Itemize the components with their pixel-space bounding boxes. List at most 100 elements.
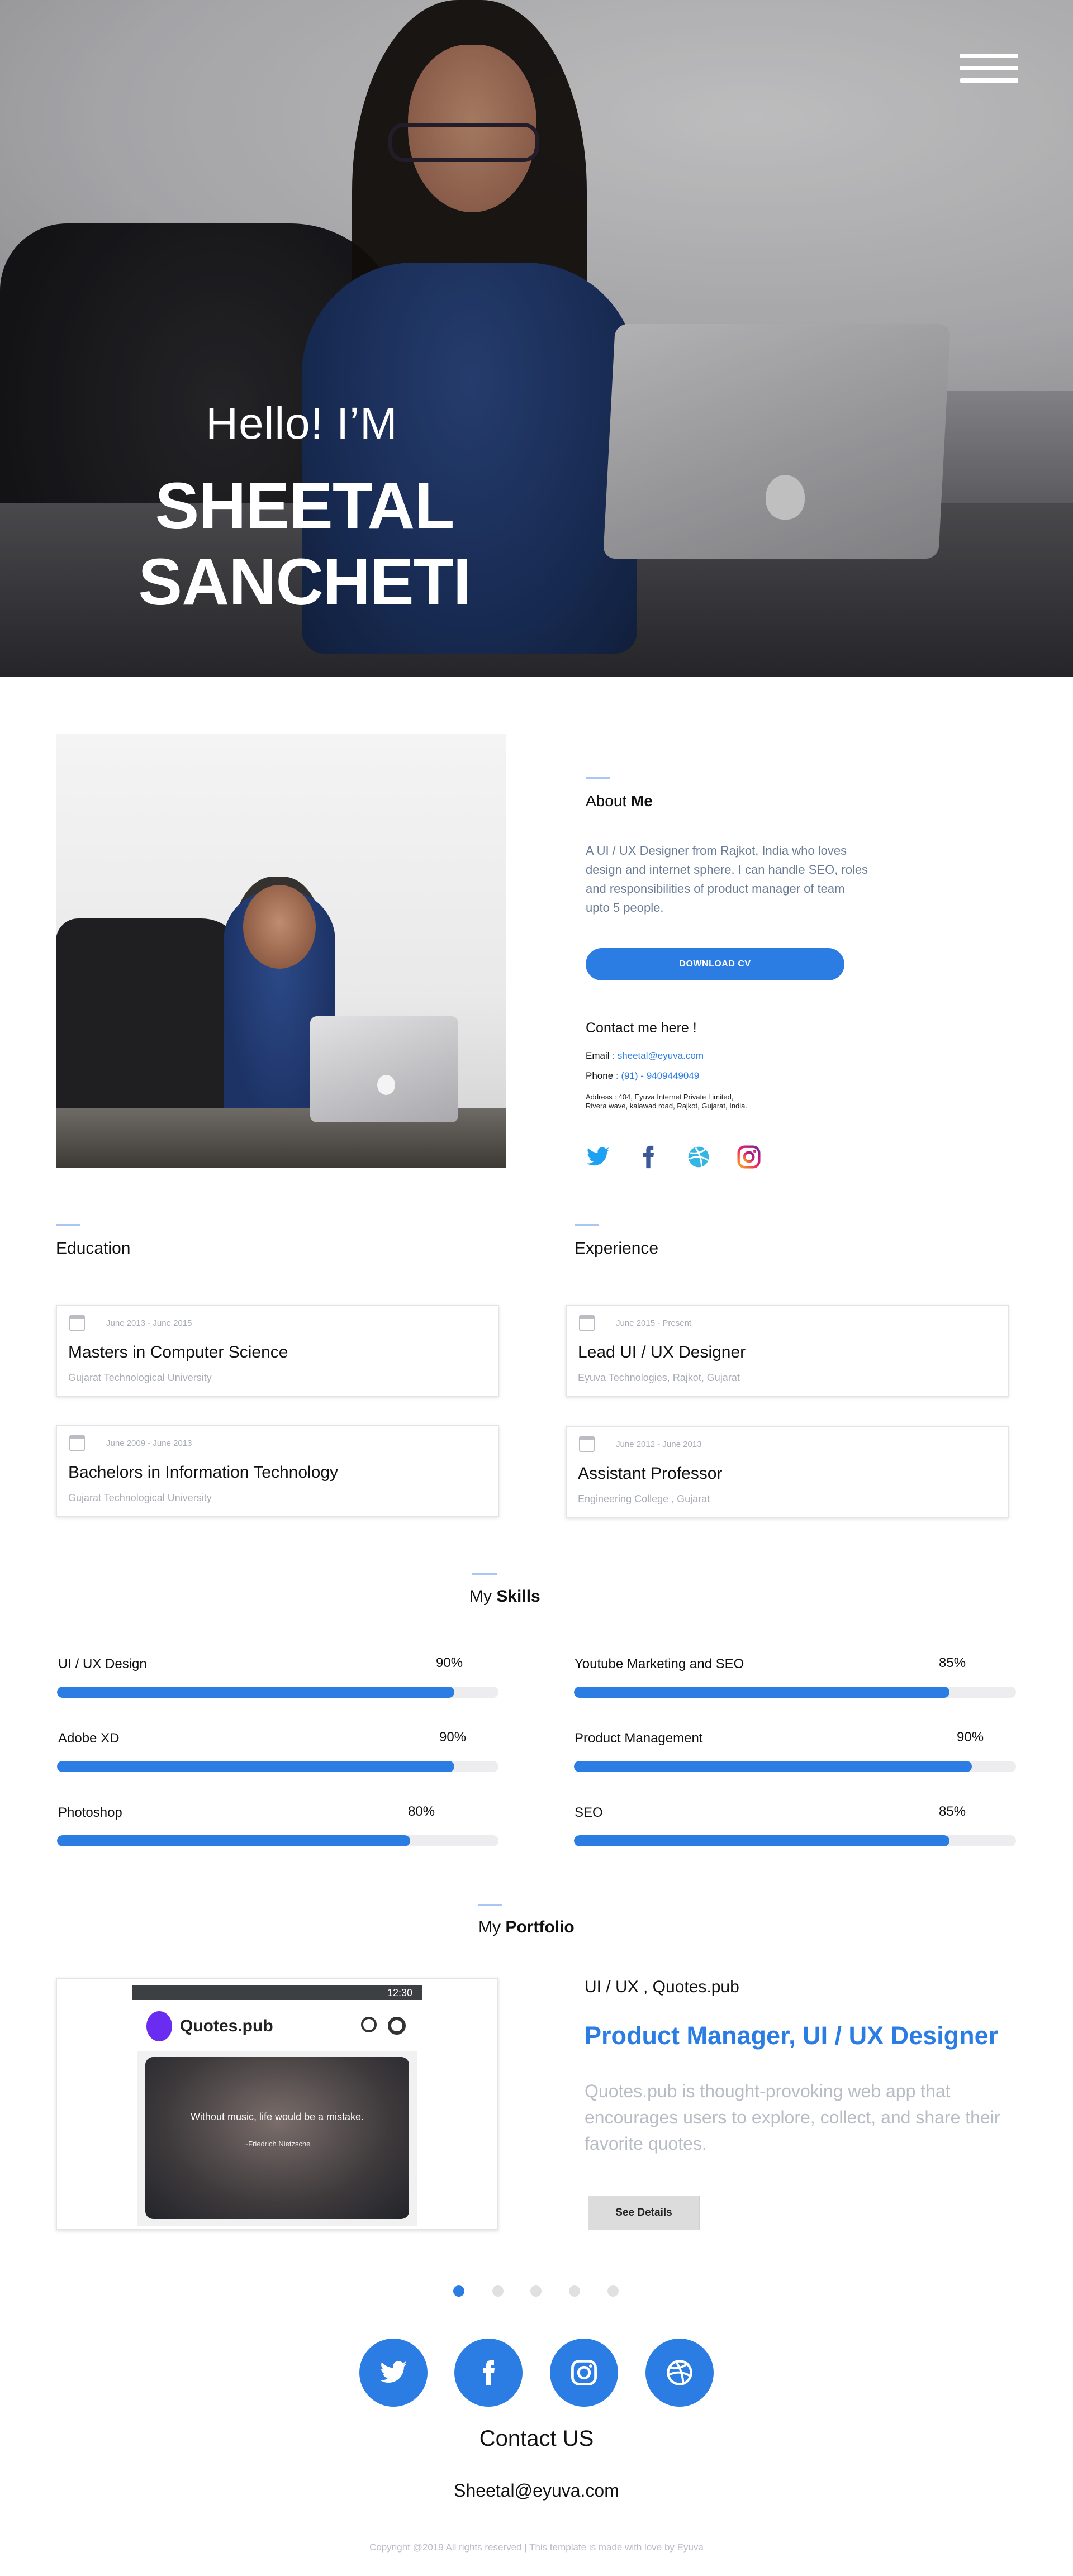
education-degree: Bachelors in Information Technology [68,1463,339,1482]
skill-name: Product Management [575,1731,703,1746]
section-divider [478,1904,502,1906]
education-card: June 2013 - June 2015 Masters in Compute… [56,1305,499,1397]
copyright-text: Copyright @2019 All rights reserved | Th… [369,2542,704,2553]
portfolio-preview[interactable]: 12:30 Quotes.pub Without music, life wou… [56,1978,498,2230]
skill-percent: 90% [957,1730,984,1745]
hero-name: SHEETAL SANCHETI [138,469,471,619]
carousel-dot-4[interactable] [569,2285,580,2297]
gear-icon [388,2017,406,2035]
portfolio-role: Product Manager, UI / UX Designer [585,2021,999,2050]
section-divider [575,1224,599,1226]
section-divider [586,777,610,779]
skills-title-prefix: My [469,1587,497,1606]
dribbble-icon [667,2360,692,2385]
skills-title-bold: Skills [496,1587,540,1606]
education-title: Education [56,1239,131,1258]
footer-contact-heading: Contact US [479,2426,594,2451]
footer-email-link[interactable]: Sheetal@eyuva.com [425,2480,648,2501]
calendar-icon [579,1436,595,1452]
skill-percent: 80% [408,1804,435,1819]
about-title-prefix: About [586,792,631,810]
contact-email-row: Email : sheetal@eyuva.com [586,1050,704,1061]
download-cv-button[interactable]: DOWNLOAD CV [586,948,844,980]
about-photo [56,734,506,1168]
experience-date: June 2015 - Present [616,1318,692,1328]
footer-dribbble-button[interactable] [645,2339,714,2407]
carousel-dot-5[interactable] [607,2285,619,2297]
skill-progress-track [57,1761,498,1772]
skill-name: Photoshop [58,1805,122,1820]
section-divider [472,1573,497,1575]
address-label: Address [586,1093,613,1101]
about-title: About Me [586,792,653,810]
education-date: June 2009 - June 2013 [106,1439,192,1448]
skill-name: Adobe XD [58,1731,120,1746]
skill-percent: 90% [436,1655,463,1670]
carousel-dot-2[interactable] [492,2285,504,2297]
hamburger-menu-icon[interactable] [960,54,1018,87]
quote-text: Without music, life would be a mistake. [190,2111,364,2122]
skill-progress-fill [57,1687,454,1698]
contact-phone-row: Phone : (91) - 9409449049 [586,1070,699,1082]
skill-progress-track [57,1835,498,1846]
carousel-dot-1[interactable] [453,2285,464,2297]
search-icon [361,2017,377,2032]
section-divider [56,1224,80,1226]
portfolio-description: Quotes.pub is thought-provoking web app … [585,2081,1000,2154]
quote-author: ~Friedrich Nietzsche [244,2140,311,2148]
education-degree: Masters in Computer Science [68,1343,288,1361]
skill-progress-fill [574,1835,950,1846]
calendar-icon [69,1435,85,1451]
menu-bar [960,66,1018,70]
calendar-icon [69,1315,85,1331]
skill-name: SEO [575,1805,603,1820]
instagram-icon[interactable] [737,1145,761,1169]
carousel-dot-3[interactable] [530,2285,542,2297]
phone-label: Phone [586,1070,614,1081]
portfolio-title-bold: Portfolio [505,1918,575,1936]
education-institution: Gujarat Technological University [68,1372,212,1383]
app-screenshot: 12:30 Quotes.pub Without music, life wou… [132,1985,422,2229]
footer-facebook-button[interactable] [454,2339,523,2407]
education-date: June 2013 - June 2015 [106,1318,192,1328]
experience-date: June 2012 - June 2013 [616,1440,702,1449]
skill-progress-track [574,1687,1016,1698]
menu-bar [960,54,1018,58]
portfolio-category: UI / UX , Quotes.pub [585,1978,739,1996]
footer-instagram-button[interactable] [550,2339,618,2407]
skill-percent: 85% [939,1804,966,1819]
menu-bar [960,78,1018,83]
experience-card: June 2015 - Present Lead UI / UX Designe… [566,1305,1009,1397]
skill-progress-fill [574,1761,972,1772]
skill-name: UI / UX Design [58,1656,147,1672]
experience-company: Eyuva Technologies, Rajkot, Gujarat [578,1372,740,1383]
contact-heading: Contact me here ! [586,1020,697,1036]
experience-role: Assistant Professor [578,1464,723,1483]
phone-link[interactable]: : (91) - 9409449049 [616,1070,699,1081]
education-card: June 2009 - June 2013 Bachelors in Infor… [56,1425,499,1517]
about-text: A UI / UX Designer from Rajkot, India wh… [586,844,868,915]
experience-title: Experience [575,1239,659,1258]
portfolio-title-prefix: My [478,1918,506,1936]
skill-percent: 85% [939,1655,966,1670]
dribbble-icon[interactable] [686,1145,711,1169]
twitter-icon[interactable] [586,1145,610,1169]
twitter-icon [380,2361,407,2383]
footer-twitter-button[interactable] [359,2339,428,2407]
skill-progress-fill [57,1835,410,1846]
experience-role: Lead UI / UX Designer [578,1343,746,1361]
email-link[interactable]: : sheetal@eyuva.com [612,1050,704,1061]
skill-progress-track [57,1687,498,1698]
skill-progress-fill [574,1687,950,1698]
facebook-icon[interactable] [636,1145,661,1169]
instagram-icon [571,2360,597,2385]
quote-card: Without music, life would be a mistake. … [145,2057,409,2219]
skill-progress-track [574,1761,1016,1772]
photo-laptop [310,1016,458,1122]
hero-section: Hello! I’M SHEETAL SANCHETI [0,0,1073,677]
education-institution: Gujarat Technological University [68,1492,212,1503]
about-title-bold: Me [630,792,653,810]
see-details-button[interactable]: See Details [588,2196,700,2230]
photo-person-face [243,885,316,969]
apple-logo-icon [377,1075,395,1095]
